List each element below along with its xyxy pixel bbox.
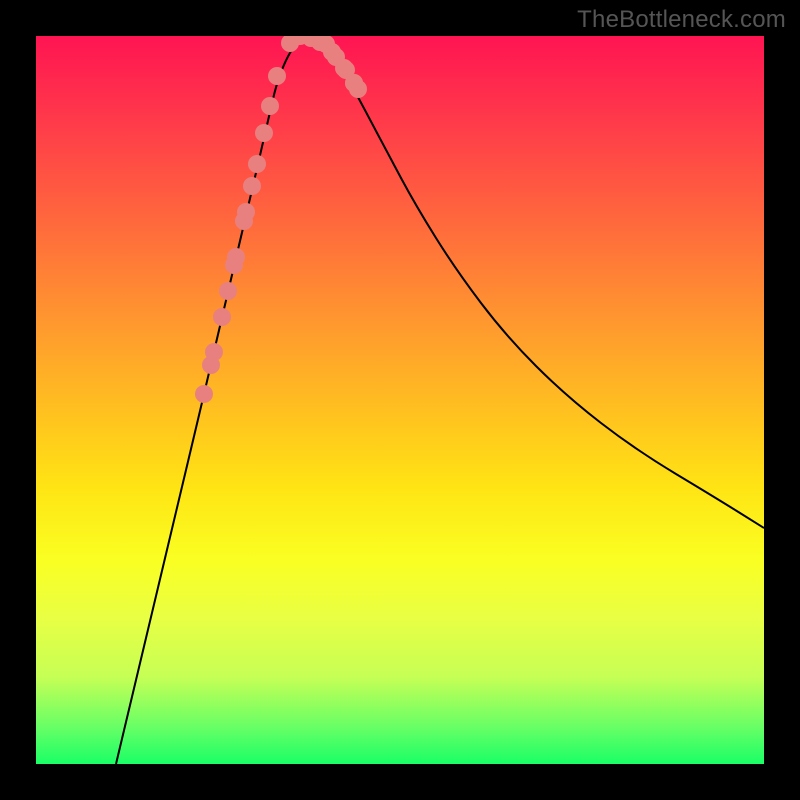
data-point — [349, 80, 367, 98]
data-point — [227, 248, 245, 266]
bottleneck-curve — [116, 37, 764, 764]
data-point — [205, 343, 223, 361]
data-point — [243, 177, 261, 195]
data-point — [213, 308, 231, 326]
data-point — [219, 282, 237, 300]
chart-frame: TheBottleneck.com — [0, 0, 800, 800]
data-point — [255, 124, 273, 142]
data-point — [268, 67, 286, 85]
data-point — [237, 203, 255, 221]
plot-svg — [36, 36, 764, 764]
data-point — [248, 155, 266, 173]
data-point — [195, 385, 213, 403]
watermark-text: TheBottleneck.com — [577, 6, 786, 34]
data-point — [261, 97, 279, 115]
plot-area — [36, 36, 764, 764]
